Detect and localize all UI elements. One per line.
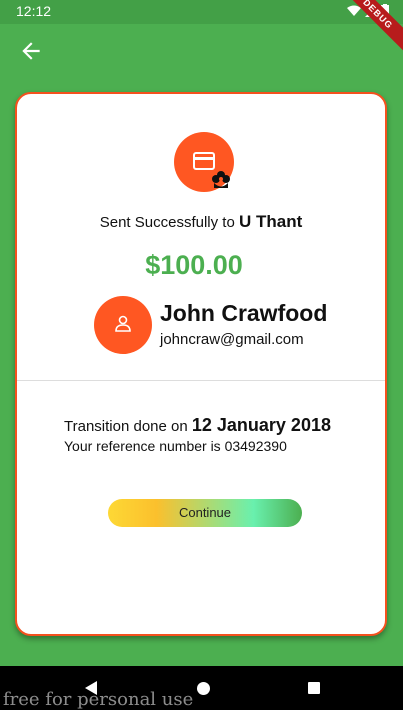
recipient-name: U Thant [238,212,303,231]
receipt-card: Sent Successfully to U Thant $100.00 Joh… [15,92,387,636]
amount: $100.00 [145,250,243,280]
flower-icon [212,171,230,188]
continue-button[interactable]: Continue [108,499,302,527]
sent-prefix: Sent Successfully to [99,214,235,231]
user-name: John Crawfood [160,300,328,326]
status-time: 12:12 [16,3,52,19]
person-icon [115,315,131,332]
divider [17,380,385,381]
sent-message: Sent Successfully to U Thant [17,212,385,232]
status-bar: 12:12 DEBUG [0,0,403,59]
avatar [94,296,152,354]
reference-number: Your reference number is 03492390 [64,438,287,454]
transition-prefix: Transition done on [64,418,188,435]
user-email: johncraw@gmail.com [160,331,304,348]
transition-info: Transition done on 12 January 2018 [64,416,331,436]
arrow-left-icon[interactable] [18,38,44,64]
transition-date: 12 January 2018 [191,415,331,435]
nav-home-icon[interactable] [197,682,210,695]
watermark: free for personal use [3,689,194,710]
app-bar [0,24,403,80]
nav-recents-icon[interactable] [308,682,320,694]
